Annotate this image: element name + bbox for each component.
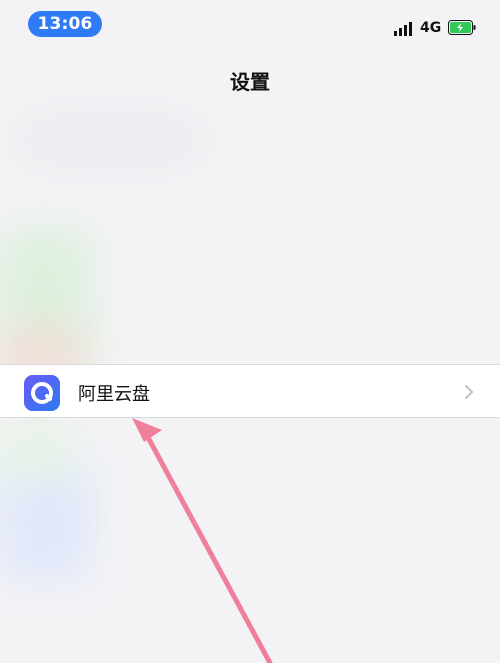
page-title: 设置 (230, 70, 270, 94)
blurred-background (0, 0, 500, 663)
battery-charging-icon (448, 20, 476, 35)
row-label: 阿里云盘 (78, 384, 150, 405)
time-pill: 13:06 (28, 11, 102, 37)
chevron-right-icon (465, 385, 473, 399)
signal-bars-icon (394, 22, 412, 36)
aliyun-drive-icon (24, 375, 60, 411)
status-bar: 13:06 4G (0, 0, 500, 52)
blur-blob (20, 120, 200, 160)
blur-blob (0, 420, 70, 480)
status-time: 13:06 (37, 14, 93, 34)
network-type: 4G (420, 20, 442, 36)
settings-row-aliyun-drive[interactable]: 阿里云盘 (0, 364, 500, 418)
